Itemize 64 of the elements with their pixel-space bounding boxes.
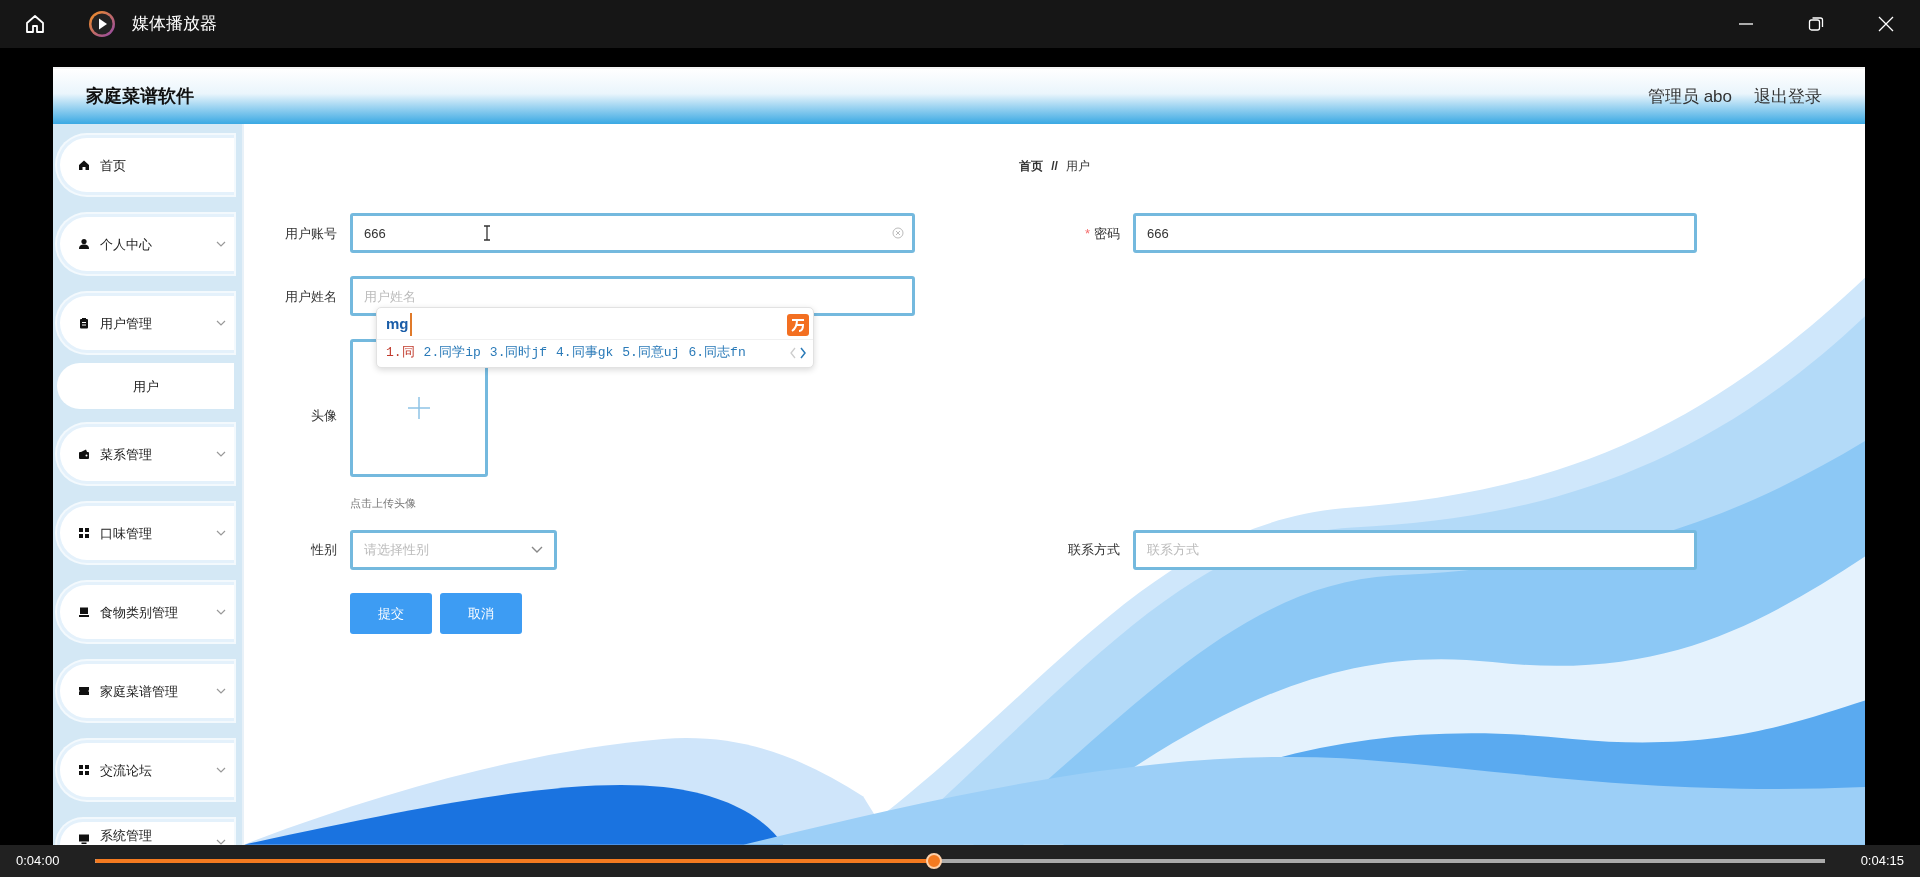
breadcrumb-separator: // — [1051, 158, 1058, 176]
sidebar-item[interactable]: 首页 — [57, 135, 234, 196]
chevron-down-icon — [216, 241, 226, 248]
close-icon[interactable] — [1878, 16, 1894, 32]
field-label: 用户账号 — [284, 224, 337, 243]
field-label: 用户姓名 — [284, 287, 337, 306]
ime-candidate[interactable]: 3.同时jf — [489, 342, 548, 363]
clipboard-icon — [78, 317, 90, 330]
ticket-icon — [78, 685, 90, 698]
chevron-down-icon — [216, 609, 226, 616]
current-time: 0:04:00 — [16, 852, 60, 871]
breadcrumb-current: 用户 — [1065, 158, 1090, 176]
monitor-icon — [78, 833, 90, 845]
ime-candidate[interactable]: 2.同学ip — [423, 342, 481, 363]
upload-hint: 点击上传头像 — [350, 496, 417, 512]
ime-candidate[interactable]: 5.同意uj — [622, 342, 680, 363]
sidebar-item[interactable]: 食物类别管理 — [57, 582, 234, 643]
user-icon — [78, 238, 90, 251]
input-field[interactable]: 联系方式 — [1133, 529, 1697, 570]
ime-candidate[interactable]: 4.同事gk — [556, 342, 614, 363]
chevron-down-icon — [216, 767, 226, 774]
field-label: 头像 — [310, 407, 337, 426]
tray-icon — [78, 606, 90, 619]
chevron-down-icon — [216, 530, 226, 537]
field-label: 性别 — [310, 541, 337, 560]
sidebar-item[interactable]: 家庭菜谱管理 — [57, 661, 234, 722]
home-icon — [78, 159, 90, 172]
next-page-icon[interactable] — [800, 346, 807, 359]
sidebar-item[interactable]: 系统管理 — [57, 819, 234, 845]
sidebar-item[interactable]: 用户管理 — [57, 293, 234, 354]
submenu-item[interactable]: 用户 — [57, 363, 234, 410]
sidebar-item[interactable]: 菜系管理 — [57, 424, 234, 485]
sidebar-item[interactable]: 个人中心 — [57, 214, 234, 275]
field-label: 密码 — [1094, 225, 1120, 241]
wallet-icon — [78, 448, 90, 461]
chevron-down-icon — [216, 451, 226, 458]
seek-handle[interactable] — [926, 853, 943, 869]
chevron-down-icon — [216, 688, 226, 695]
grid-icon — [78, 764, 90, 777]
field-label: 联系方式 — [1067, 541, 1120, 560]
input-field[interactable]: 666 — [350, 213, 915, 254]
window-title: 媒体播放器 — [132, 13, 217, 36]
chevron-down-icon — [216, 320, 226, 327]
sidebar-item[interactable]: 口味管理 — [57, 503, 234, 564]
text-cursor-icon — [482, 225, 492, 242]
ime-logo-icon — [787, 313, 809, 336]
total-time: 0:04:15 — [1860, 852, 1904, 871]
logout-link[interactable]: 退出登录 — [1754, 83, 1822, 110]
app-title: 家庭菜谱软件 — [86, 85, 194, 109]
plus-icon — [408, 397, 430, 420]
ime-candidate[interactable]: 6.同志fn — [688, 342, 746, 363]
required-mark: * — [1084, 225, 1090, 241]
admin-username: 管理员 abo — [1647, 85, 1732, 108]
input-field[interactable]: 666 — [1133, 213, 1697, 254]
ime-input-text: mg — [386, 313, 412, 336]
restore-icon[interactable] — [1808, 16, 1824, 32]
ime-candidate[interactable]: 1.同 — [386, 342, 415, 363]
breadcrumb-link[interactable]: 首页 — [1019, 157, 1044, 176]
chevron-down-icon — [216, 839, 226, 845]
home-icon[interactable] — [24, 13, 46, 35]
chevron-down-icon — [531, 546, 543, 554]
player-logo-icon — [88, 10, 116, 38]
grid-icon — [78, 527, 90, 540]
sidebar-item[interactable]: 交流论坛 — [57, 740, 234, 801]
